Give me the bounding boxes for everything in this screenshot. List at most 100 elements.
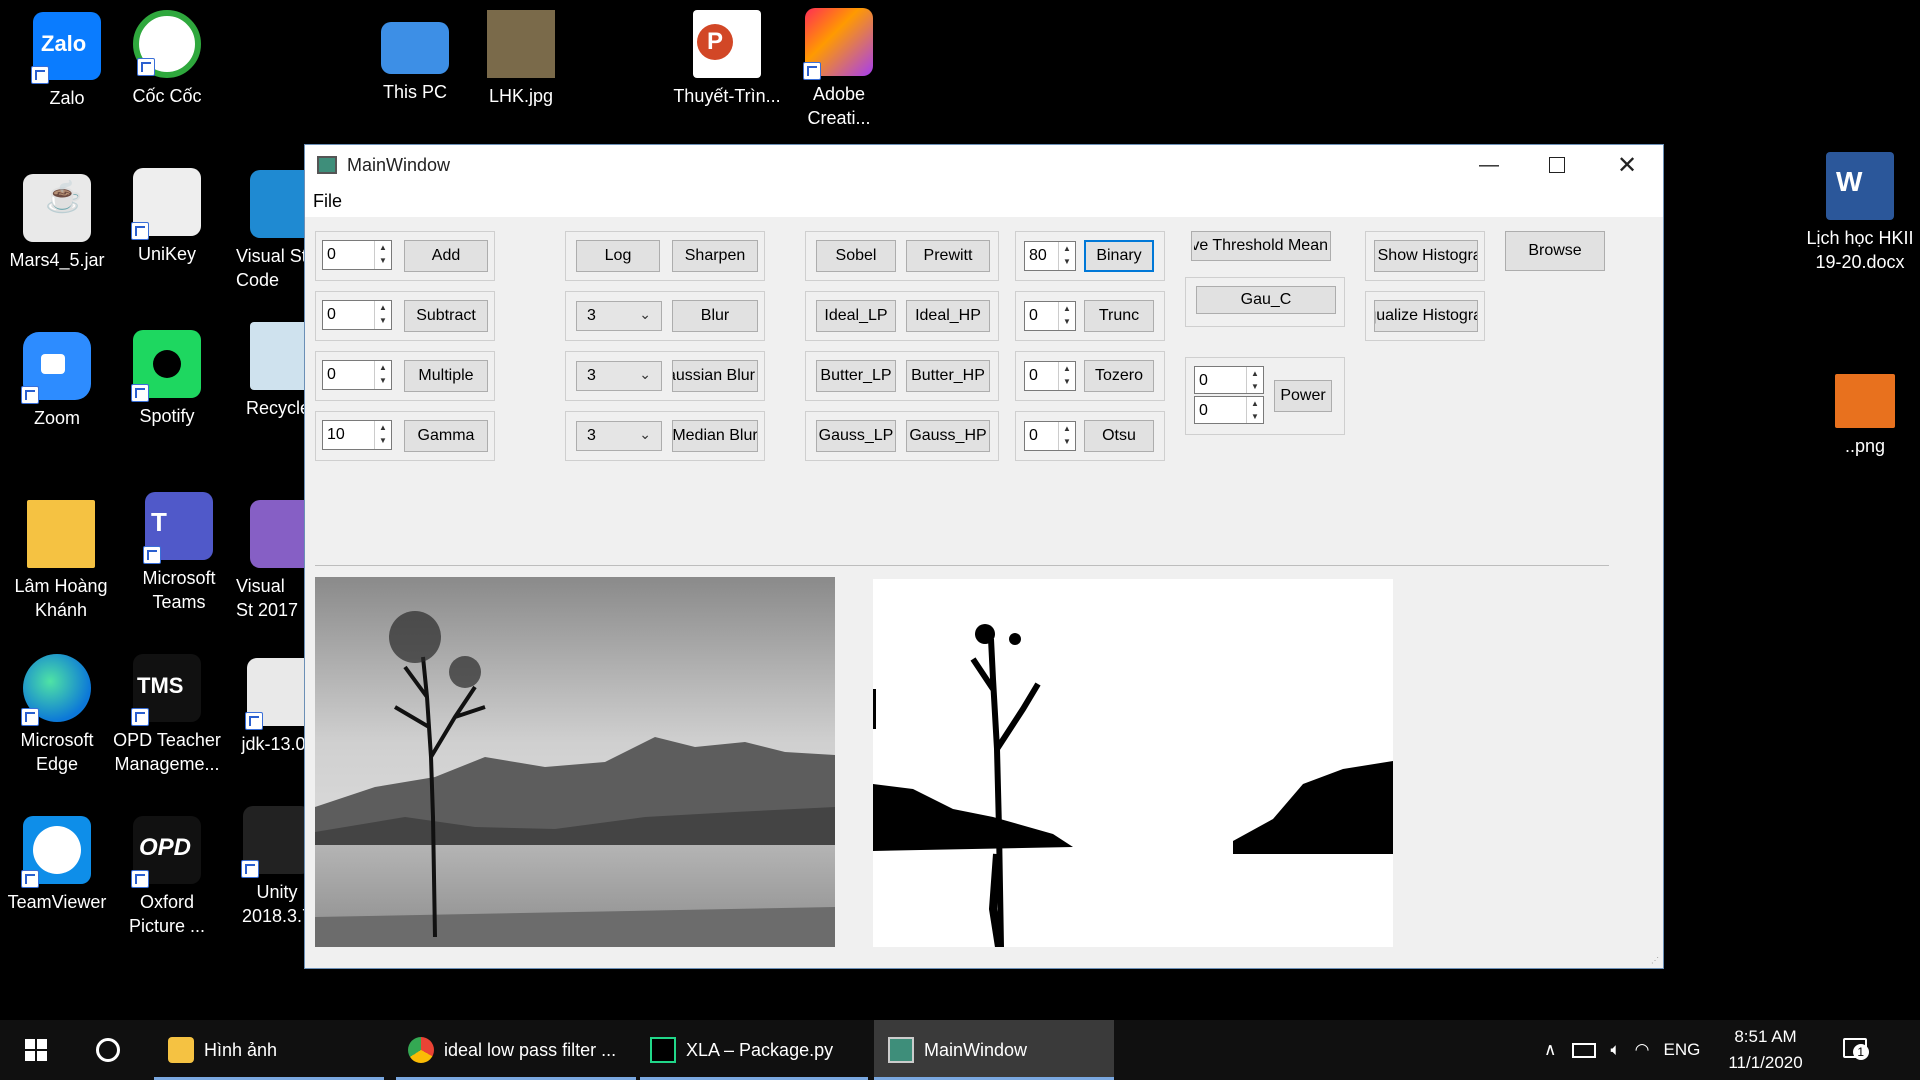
log-button[interactable]: Log [576, 240, 660, 272]
prewitt-button[interactable]: Prewitt [906, 240, 990, 272]
gaussian-blur-button[interactable]: Gaussian Blur [672, 360, 758, 392]
binary-spinbox[interactable]: 80 ▲ ▼ [1024, 241, 1076, 271]
desktop-icon-png[interactable]: ..png [1810, 374, 1920, 458]
desktop-icon-zoom[interactable]: Zoom [2, 332, 112, 430]
notification-button[interactable]: 1 [1842, 1037, 1869, 1063]
gauss-lp-button[interactable]: Gauss_LP [816, 420, 896, 452]
butter-group: Butter_LP Butter_HP [805, 351, 999, 401]
menu-file[interactable]: File [313, 191, 342, 212]
spin-arrows-icon[interactable]: ▲ ▼ [374, 421, 391, 449]
tozero-button[interactable]: Tozero [1084, 360, 1154, 392]
desktop-icon-mars[interactable]: ☕ Mars4_5.jar [2, 174, 112, 272]
equalize-histogram-button[interactable]: Equalize Histogram [1374, 300, 1478, 332]
resize-grip[interactable]: ⋰ [1651, 956, 1661, 966]
system-tray: ∧ 🔈︎ ◠ ENG 8:51 AM 11/1/2020 1 [1544, 1020, 1869, 1080]
taskbar-item-pycharm[interactable]: XLA – Package.py [640, 1020, 868, 1080]
gamma-spinbox[interactable]: 10 ▲ ▼ [322, 420, 392, 450]
add-spinbox[interactable]: 0 ▲ ▼ [322, 240, 392, 270]
spin-arrows-icon[interactable]: ▲ ▼ [374, 361, 391, 389]
spin-arrows-icon[interactable]: ▲ ▼ [1058, 362, 1075, 390]
title-bar[interactable]: MainWindow — ✕ [305, 145, 1663, 185]
taskbar: Hình ảnh ideal low pass filter ... XLA –… [0, 1020, 1920, 1080]
gauss-hp-button[interactable]: Gauss_HP [906, 420, 990, 452]
desktop-icon-coccoc[interactable]: Cốc Cốc [112, 10, 222, 108]
otsu-button[interactable]: Otsu [1084, 420, 1154, 452]
spin-arrows-icon[interactable]: ▲ ▼ [1058, 302, 1075, 330]
battery-icon[interactable] [1572, 1042, 1597, 1058]
blur-button[interactable]: Blur [672, 300, 758, 332]
desktop-icon-visual-studio[interactable]: Visual St 2017 [220, 500, 304, 622]
browse-button[interactable]: Browse [1505, 231, 1605, 271]
chevron-up-icon[interactable]: ∧ [1544, 1040, 1556, 1060]
power-c-spinbox[interactable]: 0 ▲ ▼ [1194, 366, 1264, 394]
wifi-icon[interactable]: ◠ [1635, 1040, 1650, 1060]
start-button[interactable] [18, 1020, 54, 1080]
spin-arrows-icon[interactable]: ▲ ▼ [1058, 242, 1075, 270]
gau-c-button[interactable]: Gau_C [1196, 286, 1336, 314]
subtract-spinbox[interactable]: 0 ▲ ▼ [322, 300, 392, 330]
language-indicator[interactable]: ENG [1664, 1040, 1701, 1060]
power-gamma-spinbox[interactable]: 0 ▲ ▼ [1194, 396, 1264, 424]
spotify-icon [131, 330, 201, 402]
blur-kernel-select[interactable]: 3 ⌄ [576, 301, 662, 331]
desktop-icon-this-pc[interactable]: This PC [360, 12, 470, 104]
binary-button[interactable]: Binary [1084, 240, 1154, 272]
desktop-icon-spotify[interactable]: Spotify [112, 330, 222, 428]
show-histogram-group: Show Histogram [1365, 231, 1485, 281]
desktop-icon-teams[interactable]: T Microsoft Teams [124, 492, 234, 614]
desktop-icon-powerpoint[interactable]: P Thuyết-Trìn... [672, 10, 782, 108]
volume-icon[interactable]: 🔈︎ [1610, 1040, 1620, 1060]
desktop-icon-tms[interactable]: TMS OPD Teacher Manageme... [112, 654, 222, 776]
taskbar-item-mainwindow[interactable]: MainWindow [874, 1020, 1114, 1080]
adaptive-mean-button[interactable]: Adaptive Threshold Mean [1191, 231, 1331, 261]
add-button[interactable]: Add [404, 240, 488, 272]
original-image-canvas [315, 577, 835, 947]
desktop-icon-word[interactable]: W Lịch học HKII 19-20.docx [1800, 152, 1920, 274]
sharpen-button[interactable]: Sharpen [672, 240, 758, 272]
tozero-spinbox[interactable]: 0 ▲ ▼ [1024, 361, 1076, 391]
power-button[interactable]: Power [1274, 380, 1332, 412]
desktop-icon-vscode[interactable]: Visual St Code [220, 170, 304, 292]
median-kernel-select[interactable]: 3 ⌄ [576, 421, 662, 451]
subtract-button[interactable]: Subtract [404, 300, 488, 332]
gaussian-kernel-select[interactable]: 3 ⌄ [576, 361, 662, 391]
desktop-icon-edge[interactable]: Microsoft Edge [2, 654, 112, 776]
desktop-icon-lhk[interactable]: LHK.jpg [466, 10, 576, 108]
show-histogram-button[interactable]: Show Histogram [1374, 240, 1478, 272]
butter-lp-button[interactable]: Butter_LP [816, 360, 896, 392]
user-folder-icon [27, 500, 95, 568]
ideal-hp-button[interactable]: Ideal_HP [906, 300, 990, 332]
sobel-button[interactable]: Sobel [816, 240, 896, 272]
multiple-button[interactable]: Multiple [404, 360, 488, 392]
desktop-icon-zalo[interactable]: Zalo Zalo [12, 12, 122, 110]
spin-arrows-icon[interactable]: ▲ ▼ [1246, 367, 1263, 393]
maximize-button[interactable] [1523, 145, 1591, 185]
divider [315, 565, 1609, 566]
spin-arrows-icon[interactable]: ▲ ▼ [374, 241, 391, 269]
otsu-spinbox[interactable]: 0 ▲ ▼ [1024, 421, 1076, 451]
menu-bar: File [305, 185, 1663, 217]
desktop-icon-opd[interactable]: OPD Oxford Picture ... [112, 816, 222, 938]
desktop-icon-unikey[interactable]: UniKey [112, 168, 222, 266]
taskbar-item-chrome[interactable]: ideal low pass filter ... [396, 1020, 636, 1080]
taskbar-item-hinh-anh[interactable]: Hình ảnh [154, 1020, 384, 1080]
clock[interactable]: 8:51 AM 11/1/2020 [1728, 1024, 1802, 1076]
spin-arrows-icon[interactable]: ▲ ▼ [1246, 397, 1263, 423]
trunc-button[interactable]: Trunc [1084, 300, 1154, 332]
desktop-icon-recycle[interactable]: Recycle [220, 322, 304, 420]
desktop-icon-user-folder[interactable]: Lâm Hoàng Khánh [6, 500, 116, 622]
desktop-icon-adobe[interactable]: Adobe Creati... [784, 8, 894, 130]
trunc-spinbox[interactable]: 0 ▲ ▼ [1024, 301, 1076, 331]
minimize-button[interactable]: — [1455, 145, 1523, 185]
trunc-group: 0 ▲ ▼ Trunc [1015, 291, 1165, 341]
search-button[interactable] [92, 1020, 124, 1080]
close-button[interactable]: ✕ [1593, 145, 1661, 185]
spin-arrows-icon[interactable]: ▲ ▼ [374, 301, 391, 329]
desktop-icon-teamviewer[interactable]: TeamViewer [2, 816, 112, 914]
median-blur-button[interactable]: Median Blur [672, 420, 758, 452]
ideal-lp-button[interactable]: Ideal_LP [816, 300, 896, 332]
gamma-button[interactable]: Gamma [404, 420, 488, 452]
multiple-spinbox[interactable]: 0 ▲ ▼ [322, 360, 392, 390]
spin-arrows-icon[interactable]: ▲ ▼ [1058, 422, 1075, 450]
butter-hp-button[interactable]: Butter_HP [906, 360, 990, 392]
